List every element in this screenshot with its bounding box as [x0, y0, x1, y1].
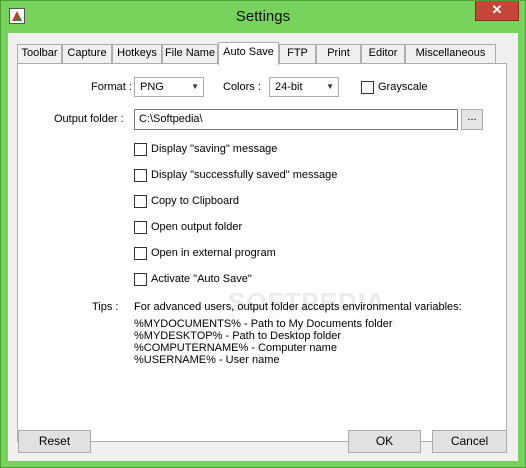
- format-select[interactable]: PNG ▼: [134, 77, 204, 97]
- tip-line: %COMPUTERNAME% - Computer name: [134, 342, 337, 354]
- grayscale-label: Grayscale: [378, 81, 428, 93]
- title-bar[interactable]: Settings ✕: [1, 1, 525, 33]
- display-saving-checkbox[interactable]: [134, 143, 147, 156]
- copy-to-clipboard-label: Copy to Clipboard: [151, 195, 240, 207]
- tip-line: %USERNAME% - User name: [134, 354, 280, 366]
- activate-auto-save-label: Activate "Auto Save": [151, 273, 252, 285]
- settings-window: Settings ✕ Toolbar Capture Hotkeys File …: [0, 0, 526, 468]
- tips-intro: For advanced users, output folder accept…: [134, 301, 462, 313]
- cancel-button[interactable]: Cancel: [432, 430, 507, 453]
- reset-button[interactable]: Reset: [18, 430, 91, 453]
- window-title: Settings: [235, 8, 291, 25]
- dialog-body: Toolbar Capture Hotkeys File Name Auto S…: [8, 33, 518, 461]
- ok-button[interactable]: OK: [348, 430, 421, 453]
- tip-line: %MYDOCUMENTS% - Path to My Documents fol…: [134, 318, 393, 330]
- format-value: PNG: [140, 81, 164, 93]
- open-output-folder-checkbox[interactable]: [134, 221, 147, 234]
- output-folder-label: Output folder :: [54, 113, 124, 125]
- tab-capture[interactable]: Capture: [62, 44, 112, 63]
- colors-value: 24-bit: [275, 81, 303, 93]
- tip-line: %MYDESKTOP% - Path to Desktop folder: [134, 330, 342, 342]
- tab-miscellaneous[interactable]: Miscellaneous: [405, 44, 496, 63]
- display-saved-checkbox[interactable]: [134, 169, 147, 182]
- tab-toolbar[interactable]: Toolbar: [17, 44, 62, 63]
- output-folder-input[interactable]: C:\Softpedia\: [134, 109, 458, 130]
- open-output-folder-label: Open output folder: [151, 221, 243, 233]
- chevron-down-icon: ▼: [326, 82, 334, 91]
- tab-file-name[interactable]: File Name: [162, 44, 218, 63]
- display-saving-label: Display "saving" message: [151, 143, 278, 155]
- tab-ftp[interactable]: FTP: [279, 44, 316, 63]
- auto-save-panel: Format : PNG ▼ Colors : 24-bit ▼ Graysca…: [17, 63, 507, 442]
- colors-label: Colors :: [223, 81, 261, 93]
- tab-editor[interactable]: Editor: [361, 44, 405, 63]
- browse-button[interactable]: ...: [461, 109, 483, 130]
- display-saved-label: Display "successfully saved" message: [151, 169, 338, 181]
- copy-to-clipboard-checkbox[interactable]: [134, 195, 147, 208]
- tab-hotkeys[interactable]: Hotkeys: [112, 44, 162, 63]
- grayscale-checkbox[interactable]: [361, 81, 374, 94]
- close-icon: ✕: [491, 2, 503, 17]
- tab-auto-save[interactable]: Auto Save: [218, 42, 279, 65]
- activate-auto-save-checkbox[interactable]: [134, 273, 147, 286]
- tab-print[interactable]: Print: [316, 44, 361, 63]
- chevron-down-icon: ▼: [191, 82, 199, 91]
- open-external-program-label: Open in external program: [151, 247, 276, 259]
- format-label: Format :: [91, 81, 132, 93]
- colors-select[interactable]: 24-bit ▼: [269, 77, 339, 97]
- open-external-program-checkbox[interactable]: [134, 247, 147, 260]
- tips-label: Tips :: [92, 301, 119, 313]
- close-button[interactable]: ✕: [475, 1, 519, 21]
